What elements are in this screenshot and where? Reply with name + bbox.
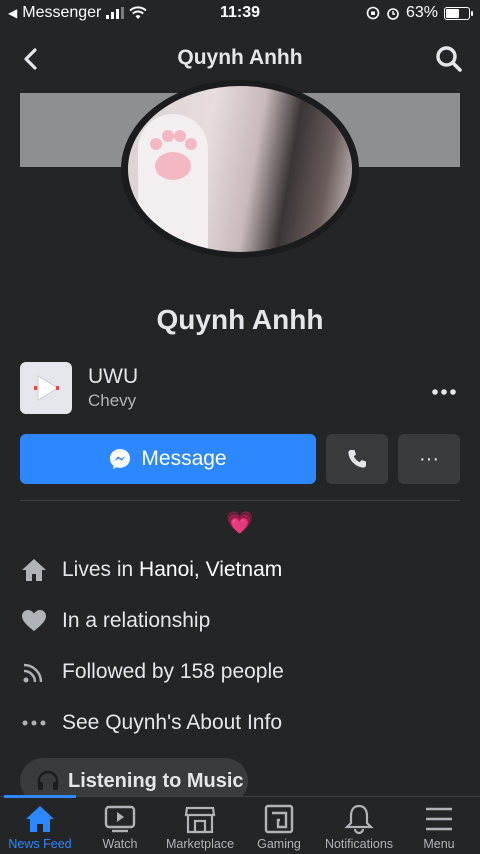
rss-followers-icon bbox=[20, 658, 48, 686]
active-tab-indicator bbox=[4, 795, 76, 798]
info-lives-in[interactable]: Lives in Hanoi, Vietnam bbox=[20, 555, 460, 585]
status-bar: ◀ Messenger 11:39 63% bbox=[0, 0, 480, 28]
info-followers[interactable]: Followed by 158 people bbox=[20, 657, 460, 687]
tab-label: Marketplace bbox=[165, 837, 235, 851]
song-artist: Chevy bbox=[88, 391, 137, 410]
tab-label: Gaming bbox=[257, 837, 301, 851]
heart-icon bbox=[20, 607, 48, 635]
info-relationship-text: In a relationship bbox=[62, 609, 211, 632]
profile-music[interactable]: UWU Chevy bbox=[20, 362, 460, 414]
battery-percent: 63% bbox=[405, 4, 438, 21]
more-options-button[interactable]: ··· bbox=[398, 434, 460, 484]
info-lives-location[interactable]: Hanoi, Vietnam bbox=[139, 558, 282, 582]
bottom-tab-bar: News Feed Watch Marketplace Gaming Notif… bbox=[0, 795, 480, 854]
home-icon bbox=[20, 556, 48, 584]
play-icon bbox=[34, 375, 59, 401]
info-relationship: In a relationship bbox=[20, 606, 460, 636]
info-followers-text: Followed by 158 people bbox=[62, 660, 284, 683]
battery-icon bbox=[444, 6, 473, 20]
messenger-icon bbox=[110, 449, 131, 469]
profile-bio: 💗 bbox=[226, 510, 254, 535]
more-dots-icon bbox=[20, 709, 48, 737]
tab-label: Notifications bbox=[324, 837, 394, 851]
music-more-icon[interactable] bbox=[432, 376, 456, 402]
headphones-icon bbox=[37, 770, 59, 790]
music-thumbnail[interactable] bbox=[20, 362, 72, 414]
call-button[interactable] bbox=[326, 434, 388, 484]
song-title: UWU bbox=[88, 365, 139, 388]
info-see-about[interactable]: See Quynh's About Info bbox=[20, 708, 460, 738]
profile-photo-image bbox=[128, 86, 352, 252]
rotation-lock-icon bbox=[366, 6, 380, 20]
tab-menu[interactable]: Menu bbox=[391, 803, 480, 851]
header-title: Quynh Anhh bbox=[177, 46, 303, 69]
profile-name: Quynh Anhh bbox=[156, 304, 324, 335]
tab-label: Watch bbox=[102, 837, 138, 851]
tab-label: Menu bbox=[423, 837, 455, 851]
profile-picture[interactable] bbox=[121, 80, 359, 258]
menu-icon bbox=[391, 803, 480, 835]
listening-label: Listening to Music bbox=[68, 769, 244, 792]
message-button-label: Message bbox=[141, 447, 227, 470]
tab-label: News Feed bbox=[8, 837, 72, 851]
info-lives-prefix: Lives in bbox=[62, 558, 140, 581]
info-see-about-text: See Quynh's About Info bbox=[62, 711, 282, 734]
search-icon[interactable] bbox=[434, 44, 464, 74]
paw-glove-image bbox=[138, 114, 208, 252]
alarm-icon bbox=[387, 8, 399, 20]
message-button[interactable]: Message bbox=[20, 434, 316, 484]
more-options-icon: ··· bbox=[419, 447, 439, 470]
divider bbox=[20, 500, 460, 501]
phone-icon bbox=[348, 450, 366, 468]
